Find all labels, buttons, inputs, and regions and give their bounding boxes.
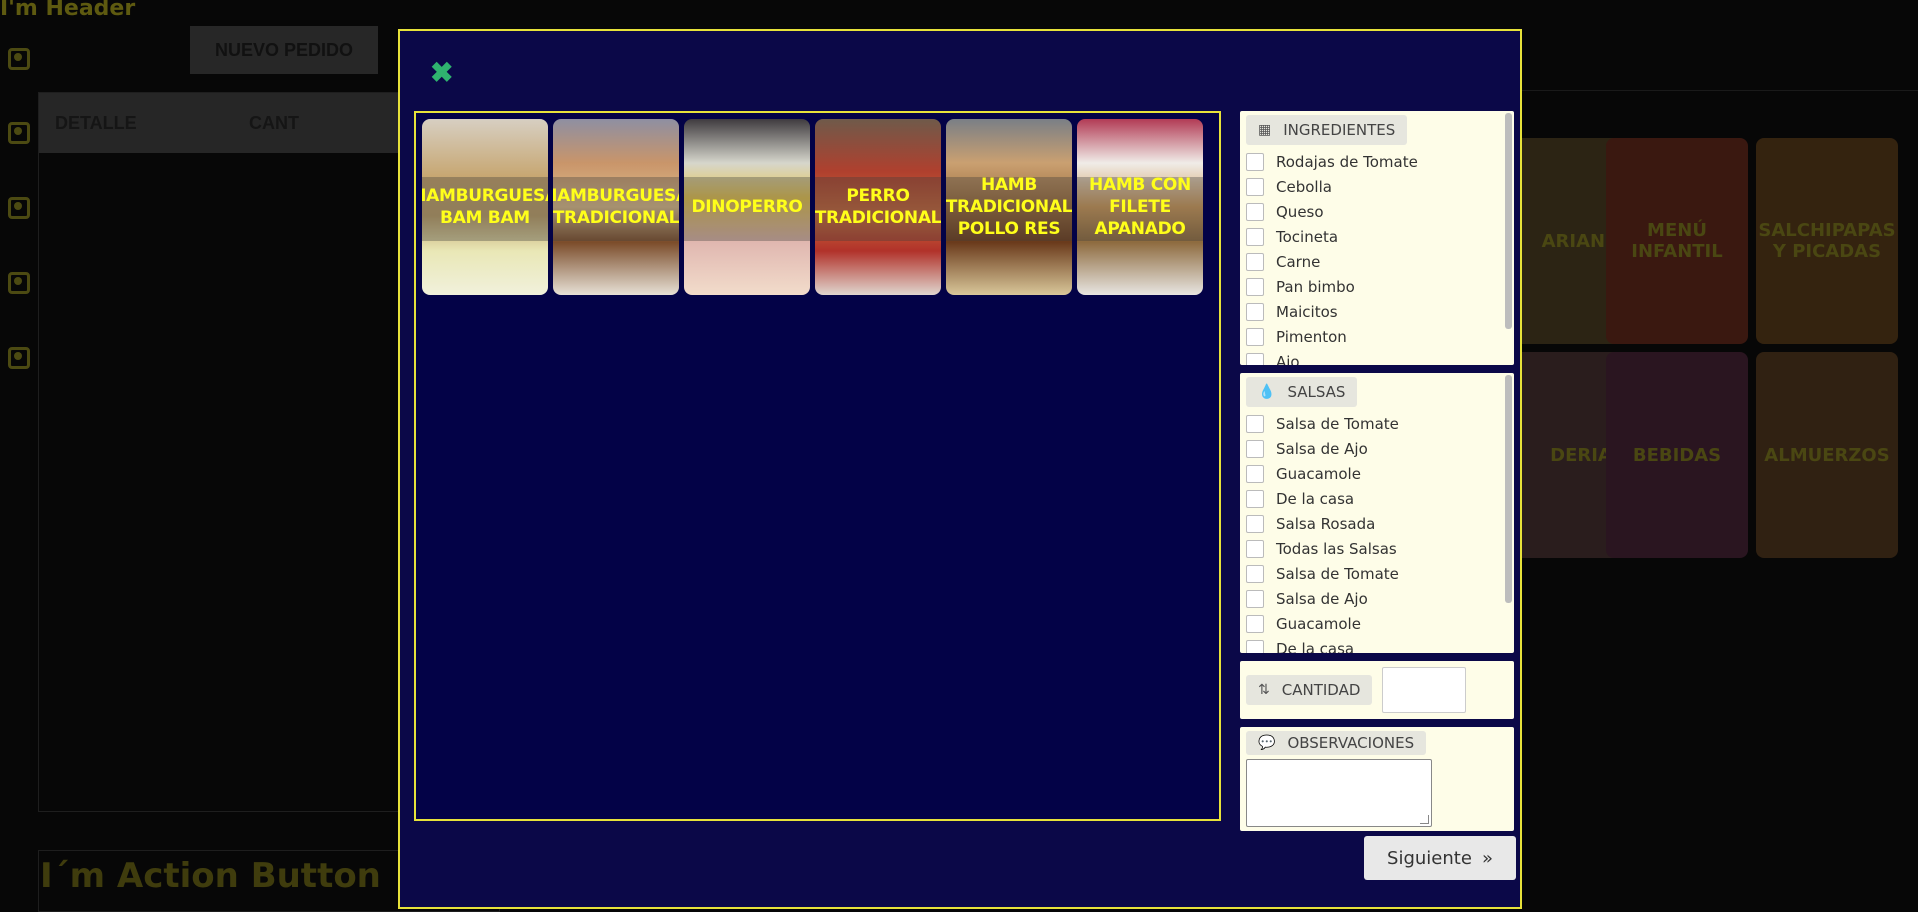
category-card[interactable]: BEBIDAS — [1606, 352, 1748, 558]
quantity-panel: ⇅ CANTIDAD — [1240, 661, 1514, 719]
ingredients-list: Rodajas de Tomate Cebolla Queso Tocineta… — [1246, 149, 1502, 365]
list-item[interactable]: Salsa Rosada — [1246, 511, 1502, 536]
checkbox[interactable] — [1246, 614, 1264, 633]
quantity-header: ⇅ CANTIDAD — [1246, 675, 1373, 705]
resize-handle[interactable] — [1420, 815, 1429, 824]
list-item[interactable]: Carne — [1246, 249, 1502, 274]
list-item[interactable]: Ajo — [1246, 349, 1502, 365]
checkbox[interactable] — [1246, 302, 1264, 321]
double-chevron-right-icon: » — [1481, 847, 1493, 869]
product-card[interactable]: HAMBURGUESA BAM BAM — [422, 119, 548, 295]
divider — [1520, 90, 1918, 91]
checkbox[interactable] — [1246, 639, 1264, 653]
product-label: PERRO TRADICIONAL — [815, 186, 941, 228]
close-icon[interactable]: ✖ — [430, 59, 453, 87]
drop-icon: 💧 — [1258, 384, 1276, 400]
category-card[interactable]: ALMUERZOS — [1756, 352, 1898, 558]
product-label: HAMB TRADICIONAL POLLO RES — [946, 175, 1072, 239]
product-grid: HAMBURGUESA BAM BAM HAMBURGUESA TRADICIO… — [414, 111, 1221, 821]
checkbox[interactable] — [1246, 252, 1264, 271]
product-card[interactable]: PERRO TRADICIONAL — [815, 119, 941, 295]
ingredients-grid-icon: ▦ — [1258, 122, 1272, 138]
list-item[interactable]: Pan bimbo — [1246, 274, 1502, 299]
list-item[interactable]: Rodajas de Tomate — [1246, 149, 1502, 174]
product-modal: ✖ HAMBURGUESA BAM BAM HAMBURGUESA TRADIC… — [398, 29, 1522, 909]
product-card[interactable]: HAMB TRADICIONAL POLLO RES — [946, 119, 1072, 295]
checkbox[interactable] — [1246, 277, 1264, 296]
ingredients-title: INGREDIENTES — [1283, 121, 1396, 139]
checkbox[interactable] — [1246, 514, 1264, 533]
order-table: DETALLE CANT — [38, 92, 404, 812]
column-detail: DETALLE — [55, 112, 137, 133]
list-item[interactable]: Tocineta — [1246, 224, 1502, 249]
ingredients-panel: ▦ INGREDIENTES Rodajas de Tomate Cebolla… — [1240, 111, 1514, 365]
product-label: HAMBURGUESA TRADICIONAL — [553, 186, 679, 228]
list-item[interactable]: Pimenton — [1246, 324, 1502, 349]
ingredients-header: ▦ INGREDIENTES — [1246, 115, 1408, 145]
order-table-header: DETALLE CANT — [39, 93, 403, 153]
contact-icon[interactable] — [8, 347, 30, 369]
checkbox[interactable] — [1246, 327, 1264, 346]
category-card[interactable]: MENÚ INFANTIL — [1606, 138, 1748, 344]
checkbox[interactable] — [1246, 177, 1264, 196]
checkbox[interactable] — [1246, 589, 1264, 608]
checkbox[interactable] — [1246, 227, 1264, 246]
product-card[interactable]: HAMBURGUESA TRADICIONAL — [553, 119, 679, 295]
contact-icon[interactable] — [8, 122, 30, 144]
list-item[interactable]: De la casa — [1246, 636, 1502, 653]
checkbox[interactable] — [1246, 152, 1264, 171]
list-item[interactable]: Todas las Salsas — [1246, 536, 1502, 561]
checkbox[interactable] — [1246, 202, 1264, 221]
product-card[interactable]: HAMB CON FILETE APANADO — [1077, 119, 1203, 295]
header-text: I'm Header — [0, 0, 136, 21]
list-item[interactable]: Queso — [1246, 199, 1502, 224]
checkbox[interactable] — [1246, 564, 1264, 583]
observations-textarea[interactable] — [1246, 759, 1432, 827]
column-quantity: CANT — [249, 112, 299, 133]
quantity-input[interactable] — [1382, 667, 1466, 713]
observations-header: 💬 OBSERVACIONES — [1246, 731, 1427, 755]
product-label: HAMBURGUESA BAM BAM — [422, 186, 548, 228]
list-item[interactable]: Salsa de Tomate — [1246, 561, 1502, 586]
product-label: DINOPERRO — [691, 197, 803, 217]
quantity-title: CANTIDAD — [1281, 681, 1361, 699]
checkbox[interactable] — [1246, 539, 1264, 558]
sort-icon: ⇅ — [1258, 682, 1270, 698]
sauces-title: SALSAS — [1287, 383, 1346, 401]
sauces-panel: 💧 SALSAS Salsa de Tomate Salsa de Ajo Gu… — [1240, 373, 1514, 653]
list-item[interactable]: Cebolla — [1246, 174, 1502, 199]
list-item[interactable]: Guacamole — [1246, 461, 1502, 486]
scrollbar[interactable] — [1505, 375, 1512, 603]
list-item[interactable]: Salsa de Ajo — [1246, 436, 1502, 461]
observations-title: OBSERVACIONES — [1287, 734, 1415, 752]
list-item[interactable]: Salsa de Ajo — [1246, 586, 1502, 611]
product-label: HAMB CON FILETE APANADO — [1089, 175, 1191, 239]
product-card[interactable]: DINOPERRO — [684, 119, 810, 295]
category-card[interactable]: SALCHIPAPAS Y PICADAS — [1756, 138, 1898, 344]
list-item[interactable]: Salsa de Tomate — [1246, 411, 1502, 436]
contact-icon[interactable] — [8, 197, 30, 219]
comment-icon: 💬 — [1258, 735, 1276, 751]
checkbox[interactable] — [1246, 464, 1264, 483]
list-item[interactable]: Guacamole — [1246, 611, 1502, 636]
list-item[interactable]: Maicitos — [1246, 299, 1502, 324]
scrollbar[interactable] — [1505, 113, 1512, 329]
tab-new-order[interactable]: NUEVO PEDIDO — [190, 26, 378, 74]
sauces-list: Salsa de Tomate Salsa de Ajo Guacamole D… — [1246, 411, 1502, 653]
next-label: Siguiente — [1387, 847, 1472, 869]
checkbox[interactable] — [1246, 414, 1264, 433]
contact-icon[interactable] — [8, 48, 30, 70]
contact-icon[interactable] — [8, 272, 30, 294]
checkbox[interactable] — [1246, 489, 1264, 508]
checkbox[interactable] — [1246, 439, 1264, 458]
sauces-header: 💧 SALSAS — [1246, 377, 1358, 407]
list-item[interactable]: De la casa — [1246, 486, 1502, 511]
next-button[interactable]: Siguiente » — [1364, 836, 1516, 880]
action-button[interactable]: I´m Action Button — [40, 856, 381, 896]
checkbox[interactable] — [1246, 352, 1264, 365]
observations-panel: 💬 OBSERVACIONES — [1240, 727, 1514, 831]
